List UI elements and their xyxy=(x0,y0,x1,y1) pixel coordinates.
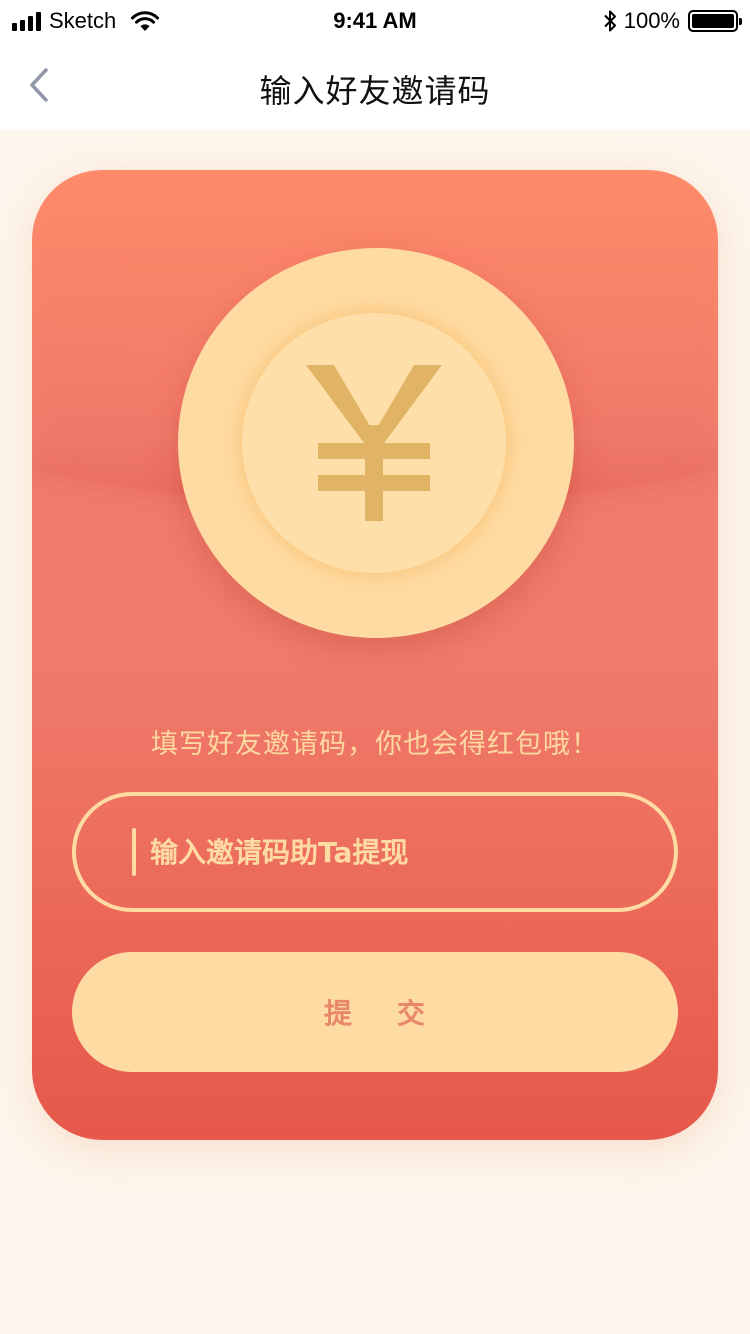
battery-percent: 100% xyxy=(623,8,680,33)
carrier-name: Sketch xyxy=(49,8,117,33)
page-title: 输入好友邀请码 xyxy=(259,72,491,110)
status-bar-right: 100% xyxy=(602,8,742,34)
battery-level xyxy=(692,14,734,28)
text-caret xyxy=(132,828,136,876)
coin-face xyxy=(242,313,506,573)
nav-bar: 输入好友邀请码 xyxy=(0,40,750,130)
bluetooth-icon xyxy=(604,10,616,32)
status-bar-left: Sketch xyxy=(12,8,160,34)
wifi-icon xyxy=(131,11,160,31)
submit-button[interactable]: 提 交 xyxy=(72,952,678,1072)
red-envelope-card: 填写好友邀请码，你也会得红包哦！ 提 交 xyxy=(32,170,718,1140)
yen-icon xyxy=(306,365,442,521)
status-bar: Sketch 9:41 AM 100% xyxy=(0,0,750,40)
coin xyxy=(178,248,574,638)
invite-code-input[interactable] xyxy=(150,824,630,880)
battery-icon xyxy=(688,10,742,32)
signal-icon xyxy=(12,11,41,31)
invite-code-field[interactable] xyxy=(72,792,678,912)
invite-hint: 填写好友邀请码，你也会得红包哦！ xyxy=(151,729,599,760)
